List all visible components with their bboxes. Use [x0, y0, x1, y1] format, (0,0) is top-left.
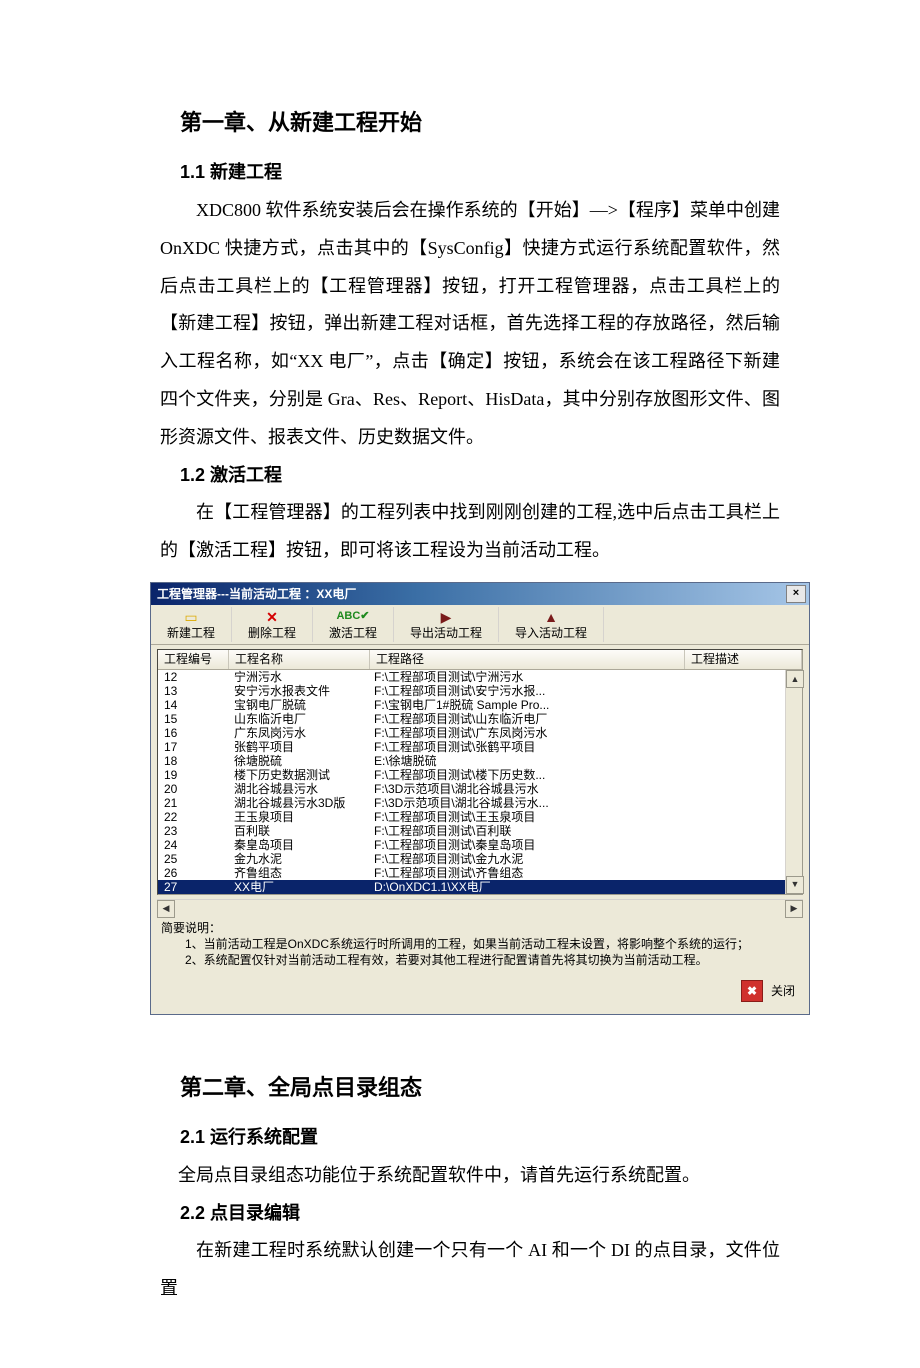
scroll-up-icon[interactable]: ▲ [786, 670, 804, 688]
vertical-scrollbar[interactable]: ▲ ▼ [785, 670, 802, 893]
section-1-2-title: 1.2 激活工程 [180, 457, 780, 495]
new-file-icon: ▭ [184, 609, 197, 625]
close-icon[interactable]: × [786, 585, 806, 603]
close-button[interactable]: 关闭 [771, 984, 795, 998]
table-row[interactable]: 22王玉泉项目F:\工程部项目测试\王玉泉项目 [158, 810, 802, 824]
section-1-2-body: 在【工程管理器】的工程列表中找到刚刚创建的工程,选中后点击工具栏上的【激活工程】… [160, 494, 780, 570]
table-row[interactable]: 18徐塘脱硫E:\徐塘脱硫 [158, 754, 802, 768]
project-manager-dialog: 工程管理器---当前活动工程 ：XX电厂 × ▭ 新建工程 ✕ 删除工程 ABC… [150, 582, 810, 1015]
explain-line-2: 2、系统配置仅针对当前活动工程有效，若要对其他工程进行配置请首先将其切换为当前活… [161, 952, 799, 968]
scroll-down-icon[interactable]: ▼ [786, 876, 804, 894]
col-id[interactable]: 工程编号 [158, 650, 229, 668]
import-icon: ▲ [544, 609, 558, 625]
explain-line-1: 1、当前活动工程是OnXDC系统运行时所调用的工程，如果当前活动工程未设置，将影… [161, 936, 799, 952]
table-row[interactable]: 24秦皇岛项目F:\工程部项目测试\秦皇岛项目 [158, 838, 802, 852]
export-icon: ▶ [441, 609, 452, 625]
section-2-1-title: 2.1 运行系统配置 [180, 1119, 780, 1157]
import-project-button[interactable]: ▲ 导入活动工程 [499, 607, 604, 642]
close-button-icon[interactable]: ✖ [741, 980, 763, 1002]
explain-title: 简要说明： [161, 920, 799, 936]
project-list[interactable]: 工程编号 工程名称 工程路径 工程描述 12宁洲污水F:\工程部项目测试\宁洲污… [157, 649, 803, 894]
delete-icon: ✕ [266, 609, 278, 625]
new-project-label: 新建工程 [167, 626, 215, 640]
horizontal-scrollbar[interactable]: ◀ ▶ [157, 899, 803, 916]
table-row[interactable]: 14宝钢电厂脱硫F:\宝钢电厂1#脱硫 Sample Pro... [158, 698, 802, 712]
import-project-label: 导入活动工程 [515, 626, 587, 640]
activate-project-button[interactable]: ABC✔ 激活工程 [313, 607, 394, 642]
col-name[interactable]: 工程名称 [229, 650, 370, 668]
new-project-button[interactable]: ▭ 新建工程 [151, 607, 232, 642]
chapter-2-title: 第二章、全局点目录组态 [180, 1065, 780, 1111]
scroll-left-icon[interactable]: ◀ [157, 900, 175, 918]
section-1-1-body: XDC800 软件系统安装后会在操作系统的【开始】—>【程序】菜单中创建 OnX… [160, 192, 780, 457]
table-row[interactable]: 25金九水泥F:\工程部项目测试\金九水泥 [158, 852, 802, 866]
table-row[interactable]: 16广东凤岗污水F:\工程部项目测试\广东凤岗污水 [158, 726, 802, 740]
table-row[interactable]: 26齐鲁组态F:\工程部项目测试\齐鲁组态 [158, 866, 802, 880]
export-project-button[interactable]: ▶ 导出活动工程 [394, 607, 499, 642]
section-2-2-title: 2.2 点目录编辑 [180, 1195, 780, 1233]
table-row[interactable]: 23百利联F:\工程部项目测试\百利联 [158, 824, 802, 838]
scroll-track[interactable] [175, 900, 785, 916]
table-row[interactable]: 19楼下历史数据测试F:\工程部项目测试\楼下历史数... [158, 768, 802, 782]
delete-project-label: 删除工程 [248, 626, 296, 640]
dialog-title: 工程管理器---当前活动工程 ：XX电厂 [157, 587, 356, 601]
table-row[interactable]: 27XX电厂D:\OnXDC1.1\XX电厂 [158, 880, 802, 894]
table-row[interactable]: 13安宁污水报表文件F:\工程部项目测试\安宁污水报... [158, 684, 802, 698]
chapter-1-title: 第一章、从新建工程开始 [180, 100, 780, 146]
list-header: 工程编号 工程名称 工程路径 工程描述 [158, 650, 802, 669]
col-path[interactable]: 工程路径 [370, 650, 685, 668]
section-1-1-title: 1.1 新建工程 [180, 154, 780, 192]
table-row[interactable]: 12宁洲污水F:\工程部项目测试\宁洲污水 [158, 670, 802, 684]
activate-icon: ABC✔ [336, 609, 369, 625]
dialog-titlebar[interactable]: 工程管理器---当前活动工程 ：XX电厂 × [151, 583, 809, 605]
table-row[interactable]: 21湖北谷城县污水3D版F:\3D示范项目\湖北谷城县污水... [158, 796, 802, 810]
toolbar: ▭ 新建工程 ✕ 删除工程 ABC✔ 激活工程 ▶ 导出活动工程 ▲ 导入活 [151, 605, 809, 645]
table-row[interactable]: 20湖北谷城县污水F:\3D示范项目\湖北谷城县污水 [158, 782, 802, 796]
table-row[interactable]: 17张鹤平项目F:\工程部项目测试\张鹤平项目 [158, 740, 802, 754]
export-project-label: 导出活动工程 [410, 626, 482, 640]
col-desc[interactable]: 工程描述 [685, 650, 802, 668]
section-2-1-body: 全局点目录组态功能位于系统配置软件中，请首先运行系统配置。 [160, 1157, 780, 1195]
section-2-2-body: 在新建工程时系统默认创建一个只有一个 AI 和一个 DI 的点目录，文件位置 [160, 1232, 780, 1308]
explanation-block: 简要说明： 1、当前活动工程是OnXDC系统运行时所调用的工程，如果当前活动工程… [161, 920, 799, 968]
activate-project-label: 激活工程 [329, 626, 377, 640]
delete-project-button[interactable]: ✕ 删除工程 [232, 607, 313, 642]
table-row[interactable]: 15山东临沂电厂F:\工程部项目测试\山东临沂电厂 [158, 712, 802, 726]
scroll-right-icon[interactable]: ▶ [785, 900, 803, 918]
